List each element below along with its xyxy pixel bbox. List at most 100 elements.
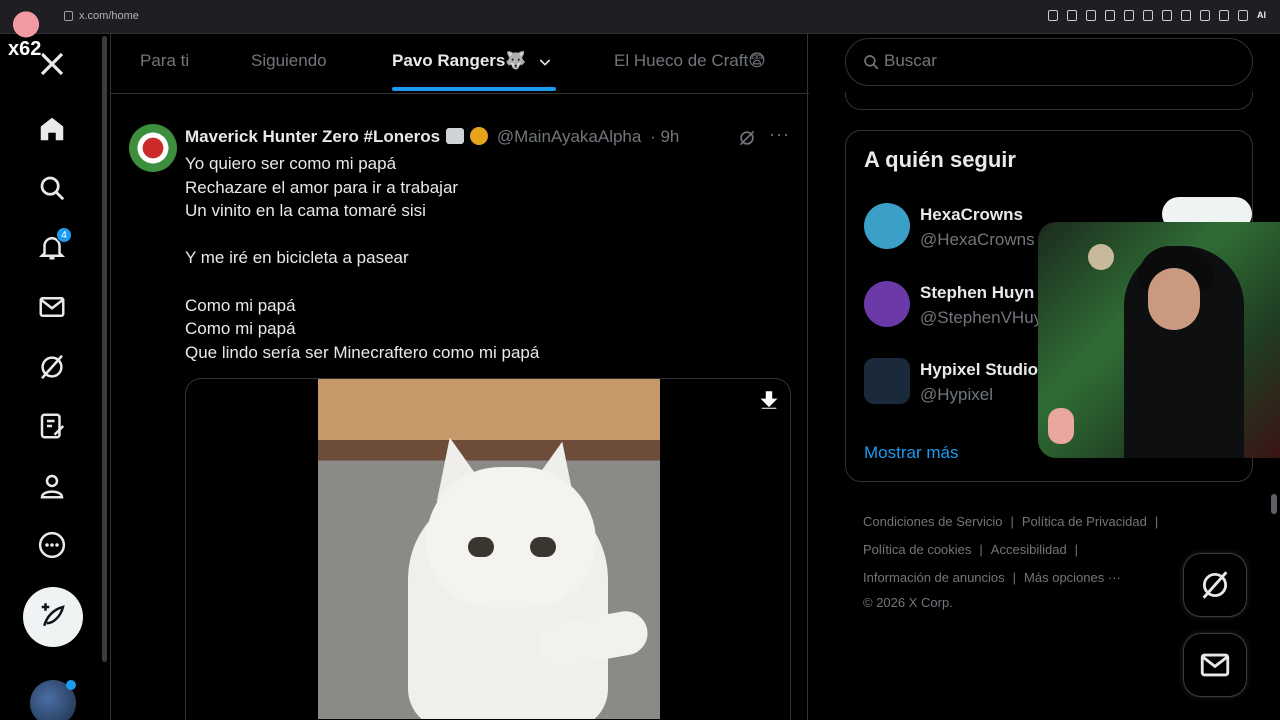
- grok-floating-button[interactable]: [1183, 553, 1247, 617]
- cat-eye: [530, 537, 556, 557]
- suggestion-name[interactable]: HexaCrowns: [920, 205, 1023, 225]
- scrollbar[interactable]: [102, 36, 107, 662]
- cat-video[interactable]: [318, 379, 660, 719]
- tweet-author-name[interactable]: Maverick Hunter Zero #Loneros: [185, 127, 440, 146]
- cat-eye: [468, 537, 494, 557]
- feather-plus-icon: [41, 603, 65, 627]
- suggestion-name[interactable]: Stephen Huyn: [920, 283, 1034, 303]
- tweet-author-handle[interactable]: @MainAyakaAlpha: [497, 127, 642, 146]
- active-tab-indicator: [392, 87, 556, 91]
- tweet-text: Yo quiero ser como mi papá Rechazare el …: [185, 152, 539, 364]
- tweet-line: Como mi papá: [185, 295, 296, 315]
- avatar[interactable]: [864, 281, 910, 327]
- nav-lists[interactable]: [30, 404, 74, 448]
- home-icon: [40, 117, 64, 141]
- nav-home[interactable]: [30, 107, 74, 151]
- heart-icon[interactable]: [1162, 10, 1172, 21]
- settings-icon[interactable]: [1238, 10, 1248, 21]
- footer-separator: |: [1074, 542, 1079, 557]
- nav-more[interactable]: [30, 523, 74, 567]
- suggestion-handle: @Hypixel: [920, 385, 993, 404]
- footer-link[interactable]: Política de cookies: [863, 542, 971, 557]
- suggestion-handle: @HexaCrowns: [920, 230, 1035, 249]
- footer-separator: |: [979, 542, 983, 557]
- post-button[interactable]: [23, 587, 83, 647]
- tweet-line: Yo quiero ser como mi papá: [185, 154, 397, 173]
- sticker-overlay: [6, 4, 46, 38]
- footer-separator: |: [1012, 570, 1017, 585]
- search-icon: [864, 55, 879, 70]
- grok-explain-button[interactable]: [737, 128, 757, 153]
- avatar[interactable]: [864, 358, 910, 404]
- nav-grok[interactable]: [30, 345, 74, 389]
- search-box[interactable]: [845, 38, 1253, 86]
- page-scrollbar[interactable]: [1271, 494, 1277, 514]
- address-bar[interactable]: x.com/home: [64, 10, 139, 22]
- timeline-tabs: Para ti Siguiendo Pavo Rangers🐺 El Hueco…: [111, 34, 809, 94]
- tab-para-ti[interactable]: Para ti: [140, 51, 189, 71]
- tweet-media[interactable]: [185, 378, 791, 720]
- who-to-follow-title: A quién seguir: [864, 147, 1016, 172]
- avatar[interactable]: [864, 203, 910, 249]
- nav-explore[interactable]: [30, 166, 74, 210]
- cat-head: [426, 467, 596, 607]
- tab-el-hueco-de-craft[interactable]: El Hueco de Craft😨: [614, 51, 766, 71]
- show-more-link[interactable]: Mostrar más: [864, 443, 958, 463]
- shield-icon[interactable]: [1105, 10, 1115, 21]
- tab-pavo-rangers-label: Pavo Rangers🐺: [392, 51, 527, 70]
- chat-icon[interactable]: [1181, 10, 1191, 21]
- lock-icon: [64, 11, 73, 21]
- mascot-sticker: [1048, 408, 1074, 444]
- mail-icon: [1200, 653, 1230, 677]
- search-icon: [40, 176, 65, 201]
- download-icon[interactable]: [758, 389, 780, 411]
- search-input[interactable]: [884, 51, 1224, 71]
- person-icon: [40, 474, 64, 499]
- tweet-author-avatar[interactable]: [129, 124, 177, 172]
- lamp: [1088, 244, 1114, 270]
- tab-pavo-rangers[interactable]: Pavo Rangers🐺: [392, 51, 553, 71]
- play-icon[interactable]: [1143, 10, 1153, 21]
- chevron-down-icon[interactable]: [537, 54, 553, 70]
- browser-toolbar: x.com/home AI: [0, 0, 1280, 34]
- status-dot: [66, 680, 76, 690]
- footer-separator: |: [1010, 514, 1014, 529]
- tab-siguiendo[interactable]: Siguiendo: [251, 51, 327, 71]
- nav-messages[interactable]: [30, 285, 74, 329]
- bookmark-icon[interactable]: [1086, 10, 1096, 21]
- tweet-line: Que lindo sería ser Minecraftero como mi…: [185, 342, 540, 362]
- footer-link[interactable]: Política de Privacidad: [1022, 514, 1147, 529]
- puzzle-icon[interactable]: [1200, 10, 1210, 21]
- verified-badge-icon: [470, 127, 489, 145]
- card-edge: [845, 92, 1253, 110]
- zoom-icon[interactable]: [1048, 10, 1058, 21]
- ai-extension-label[interactable]: AI: [1257, 10, 1266, 21]
- nav-profile[interactable]: [30, 464, 74, 508]
- skull-flag-emoji-icon: [446, 128, 465, 144]
- notification-badge: 4: [56, 227, 72, 243]
- lists-icon: [40, 413, 65, 439]
- suggestion-handle: @StephenVHuy: [920, 308, 1043, 327]
- nav-notifications[interactable]: 4: [30, 225, 74, 269]
- tweet-more-button[interactable]: ···: [769, 124, 790, 145]
- footer-separator: |: [1154, 514, 1159, 529]
- suggestion-name[interactable]: Hypixel Studio: [920, 360, 1038, 380]
- footer-link[interactable]: Más opciones ···: [1024, 570, 1121, 585]
- more-circle-icon: [38, 531, 66, 559]
- tweet-header: Maverick Hunter Zero #Loneros @MainAyaka…: [185, 127, 679, 147]
- overlay-tag: x62: [8, 38, 42, 60]
- block-icon[interactable]: [1124, 10, 1134, 21]
- main-timeline: Para ti Siguiendo Pavo Rangers🐺 El Hueco…: [110, 34, 809, 720]
- tweet-timestamp[interactable]: · 9h: [650, 127, 679, 146]
- url-text: x.com/home: [79, 10, 139, 22]
- pin-icon[interactable]: [1067, 10, 1077, 21]
- grok-icon: [739, 130, 755, 146]
- download-icon[interactable]: [1219, 10, 1229, 21]
- messages-floating-button[interactable]: [1183, 633, 1247, 697]
- streamer-face: [1148, 268, 1200, 330]
- footer-link[interactable]: Accesibilidad: [991, 542, 1067, 557]
- footer-link[interactable]: Información de anuncios: [863, 570, 1005, 585]
- footer-link[interactable]: Condiciones de Servicio: [863, 514, 1002, 529]
